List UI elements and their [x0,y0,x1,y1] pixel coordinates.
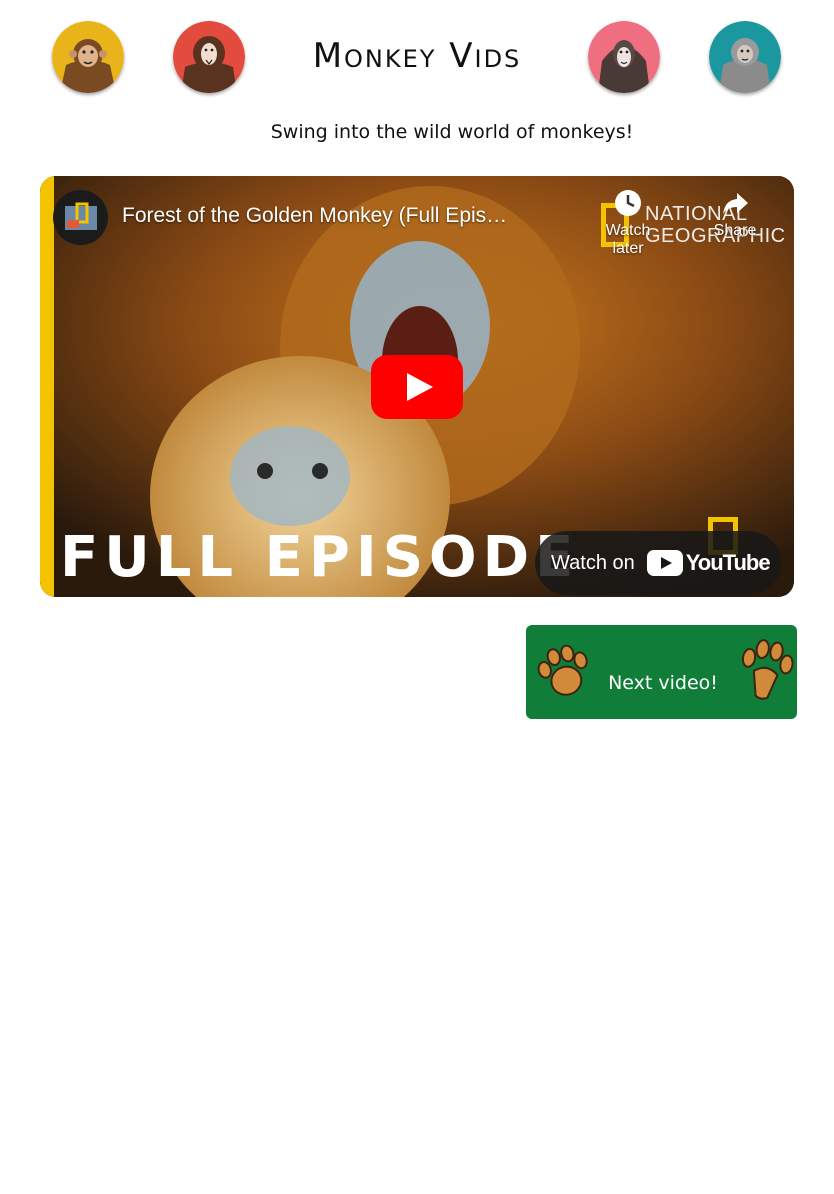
share-label: Share [713,222,757,239]
golden-monkey-icon [52,21,124,93]
site-title: Monkey Vids [312,36,522,76]
channel-logo-icon [65,202,97,230]
channel-avatar[interactable] [53,190,108,245]
share-arrow-icon [700,188,770,222]
play-button[interactable] [371,355,463,419]
paw-icon [741,639,794,700]
teal-monkey-avatar[interactable] [709,21,781,93]
tagline: Swing into the wild world of monkeys! [270,121,634,143]
red-monkey-avatar[interactable] [173,21,245,93]
next-video-button[interactable]: Next video! [526,625,797,719]
red-monkey-icon [173,21,245,93]
watch-on-youtube-button[interactable]: Watch on YouTube [535,531,781,595]
watch-later-label: Watch later [605,222,651,257]
youtube-play-icon [646,550,683,576]
play-icon [371,355,463,419]
watch-later-button[interactable]: Watch later [593,188,663,258]
full-episode-overlay: FULL EPISODE [60,525,580,590]
clock-icon [593,188,663,222]
golden-monkey-avatar[interactable] [52,21,124,93]
youtube-wordmark: YouTube [685,550,771,575]
pink-monkey-icon [588,21,660,93]
watch-on-label: Watch on [551,551,635,574]
pink-monkey-avatar[interactable] [588,21,660,93]
share-button[interactable]: Share [700,188,770,240]
youtube-logo: YouTube [646,550,771,576]
teal-monkey-icon [709,21,781,93]
video-title[interactable]: Forest of the Golden Monkey (Full Epis… [122,204,507,228]
